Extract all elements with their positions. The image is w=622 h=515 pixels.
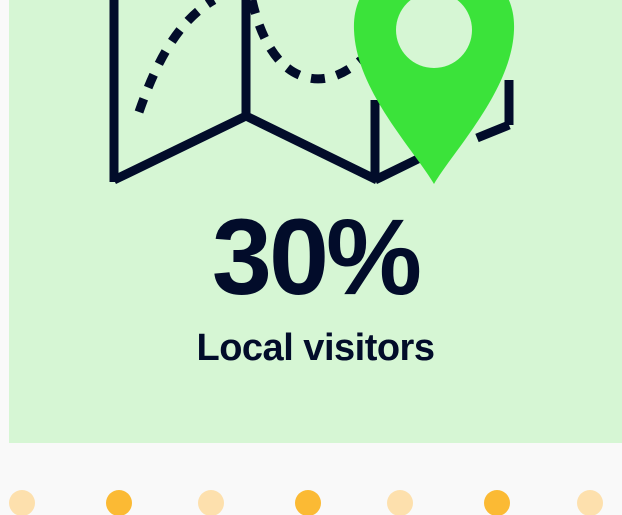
dot xyxy=(484,490,510,515)
dot xyxy=(387,490,413,515)
stat-value: 30% xyxy=(211,196,422,317)
dot xyxy=(106,490,132,515)
dot xyxy=(9,490,35,515)
dot xyxy=(295,490,321,515)
decorative-dots xyxy=(0,490,622,515)
page: 30% Local visitors xyxy=(0,0,622,515)
stat-card: 30% Local visitors xyxy=(9,0,622,443)
dot xyxy=(577,490,603,515)
dot xyxy=(198,490,224,515)
map-illustration xyxy=(109,0,515,185)
stat-label: Local visitors xyxy=(196,327,435,369)
